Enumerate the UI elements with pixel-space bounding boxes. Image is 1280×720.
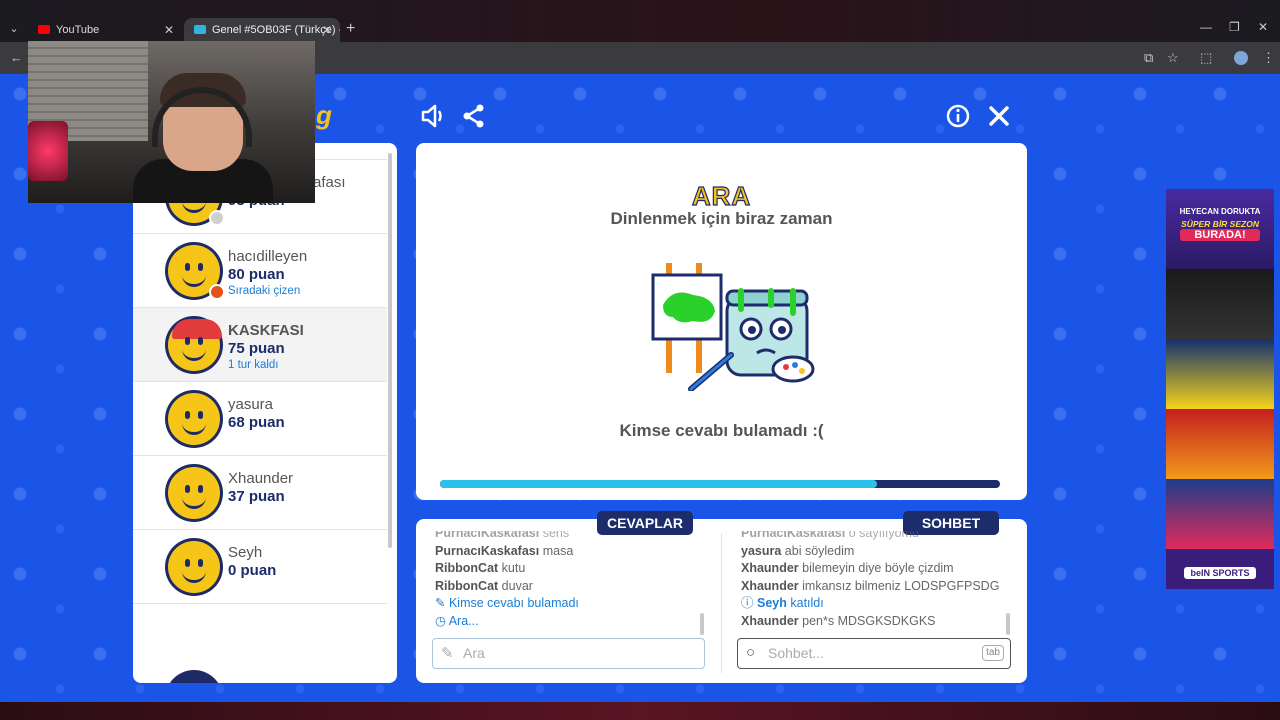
player-score: 0 puan (228, 562, 277, 579)
menu-kebab-icon[interactable]: ⋮ (1262, 50, 1275, 66)
ad-player-panel (1166, 339, 1274, 409)
result-message: Kimse cevabı bulamadı :( (619, 421, 824, 440)
round-subtitle: Dinlenmek için biraz zaman (610, 209, 833, 228)
chat-line: yasura abi söyledim (741, 543, 855, 558)
player-avatar (165, 538, 223, 596)
player-avatar (165, 390, 223, 448)
round-progress-bar (440, 480, 1000, 488)
install-app-icon[interactable]: ⧉ (1144, 50, 1153, 66)
player-score: 80 puan (228, 266, 285, 283)
info-icon[interactable] (944, 102, 972, 130)
drawing-panel: ARA Dinlenmek için biraz zaman Kimse cev… (416, 143, 1027, 500)
next-drawer-label: Sıradaki çizen (228, 285, 301, 297)
player-avatar (165, 670, 223, 683)
webcam-overlay (28, 41, 315, 203)
round-progress-fill (440, 480, 877, 488)
player-score: 37 puan (228, 488, 285, 505)
tab-game[interactable]: Genel #5OB03F (Türkçe) - G ✕ (184, 18, 340, 42)
chat-line: PurnacıKaskafası o sayılıyomu (741, 531, 919, 540)
player-card[interactable]: Xhaunder 37 puan (133, 456, 387, 530)
pencil-icon: ✎ (441, 645, 454, 662)
sound-icon[interactable] (419, 102, 447, 130)
share-icon[interactable] (460, 102, 488, 130)
sports-ad-banner[interactable]: i HEYECAN DORUKTA SÜPER BİR SEZON BURADA… (1166, 189, 1274, 589)
new-tab-button[interactable]: + (346, 20, 355, 38)
tab-search-chevron-icon[interactable]: ⌄ (6, 21, 22, 37)
profile-avatar[interactable] (1234, 51, 1248, 65)
player-card-partial (133, 604, 387, 683)
info-icon: ⓘ (741, 596, 754, 610)
player-card[interactable]: yasura 68 puan (133, 382, 387, 456)
panel-divider (721, 533, 722, 673)
close-game-icon[interactable] (985, 102, 1013, 130)
answer-line: PurnacıKaskafası masa (435, 543, 574, 558)
close-tab-icon[interactable]: ✕ (322, 18, 332, 42)
system-line: ◷ Ara... (435, 613, 479, 628)
ad-player-panel (1166, 409, 1274, 479)
player-name: KASKFASI (228, 322, 304, 339)
round-title: ARA (691, 180, 752, 211)
browser-tab-bar: ⌄ YouTube ✕ Genel #5OB03F (Türkçe) - G ✕… (0, 0, 1280, 42)
system-line: ✎ Kimse cevabı bulamadı (435, 596, 579, 610)
chat-line: Xhaunder imkansız bilmeniz LODSPGFPSDG (741, 578, 1000, 593)
chat-input[interactable] (768, 645, 988, 661)
chat-bubble-icon: ○ (746, 644, 756, 661)
clock-icon: ◷ (435, 613, 446, 628)
ad-header: HEYECAN DORUKTA SÜPER BİR SEZON BURADA! (1166, 189, 1274, 269)
rgb-lamp (28, 121, 68, 181)
chat-scrollbar[interactable] (1006, 613, 1010, 635)
player-avatar (165, 242, 225, 300)
player-avatar (165, 464, 223, 522)
player-score: 75 puan (228, 340, 285, 357)
player-card-self[interactable]: KASKFASI 75 puan 1 tur kaldı (133, 308, 387, 382)
answers-chat-panel: CEVAPLAR SOHBET PurnacıKaskafası sens Pu… (416, 511, 1027, 683)
player-name: Xhaunder (228, 470, 294, 487)
extensions-icon[interactable]: ⬚ (1200, 50, 1212, 66)
close-window-icon[interactable]: ✕ (1258, 20, 1268, 34)
break-illustration (651, 263, 815, 391)
answers-scrollbar[interactable] (700, 613, 704, 635)
player-avatar (165, 316, 223, 374)
answer-line: RibbonCat kutu (435, 561, 526, 575)
answers-log: PurnacıKaskafası sens PurnacıKaskafası m… (435, 531, 715, 637)
answer-input-box[interactable]: ✎ (432, 638, 705, 669)
pencil-icon: ✎ (435, 596, 446, 610)
back-arrow-icon[interactable]: ← (10, 50, 23, 65)
player-name: Seyh (228, 544, 263, 561)
ad-player-panel (1166, 269, 1274, 339)
bookmark-star-icon[interactable]: ☆ (1167, 50, 1179, 66)
game-logo: g (316, 100, 332, 130)
player-card[interactable]: hacıdilleyen 80 puan Sıradaki çizen (133, 234, 387, 308)
chat-line: Xhaunder bilemeyin diye böyle çizdim (741, 561, 954, 575)
system-line: ⓘ Seyh katıldı (741, 596, 824, 610)
status-dot (209, 210, 225, 226)
tab-key-hint: tab (982, 645, 1004, 661)
ad-brand: beIN SPORTS (1166, 559, 1274, 589)
game-favicon-icon (194, 25, 206, 34)
ad-player-panel (1166, 479, 1274, 549)
answer-input[interactable] (463, 645, 683, 661)
player-list-scrollbar[interactable] (388, 153, 392, 548)
youtube-favicon-icon (38, 25, 50, 34)
player-name: hacıdilleyen (228, 248, 308, 265)
minimize-icon[interactable]: — (1200, 20, 1212, 34)
maximize-icon[interactable]: ❐ (1229, 20, 1240, 34)
answer-line: RibbonCat duvar (435, 578, 533, 593)
bottom-strip (0, 702, 1280, 720)
player-name: yasura (228, 396, 274, 413)
player-list: PurnacıKaskafası 93 puan hacıdilleyen 80… (133, 143, 397, 683)
close-tab-icon[interactable]: ✕ (164, 18, 174, 42)
answer-line: PurnacıKaskafası sens (435, 531, 570, 540)
chat-log: PurnacıKaskafası o sayılıyomu yasura abi… (741, 531, 1021, 637)
player-card[interactable]: Seyh 0 puan (133, 530, 387, 604)
status-dot (209, 284, 225, 300)
chat-input-box[interactable]: ○ tab (737, 638, 1011, 669)
rounds-left-label: 1 tur kaldı (228, 359, 279, 371)
chat-line: Xhaunder pen*s MDSGKSDKGKS (741, 613, 936, 628)
player-score: 68 puan (228, 414, 285, 431)
tab-youtube[interactable]: YouTube ✕ (28, 18, 182, 42)
